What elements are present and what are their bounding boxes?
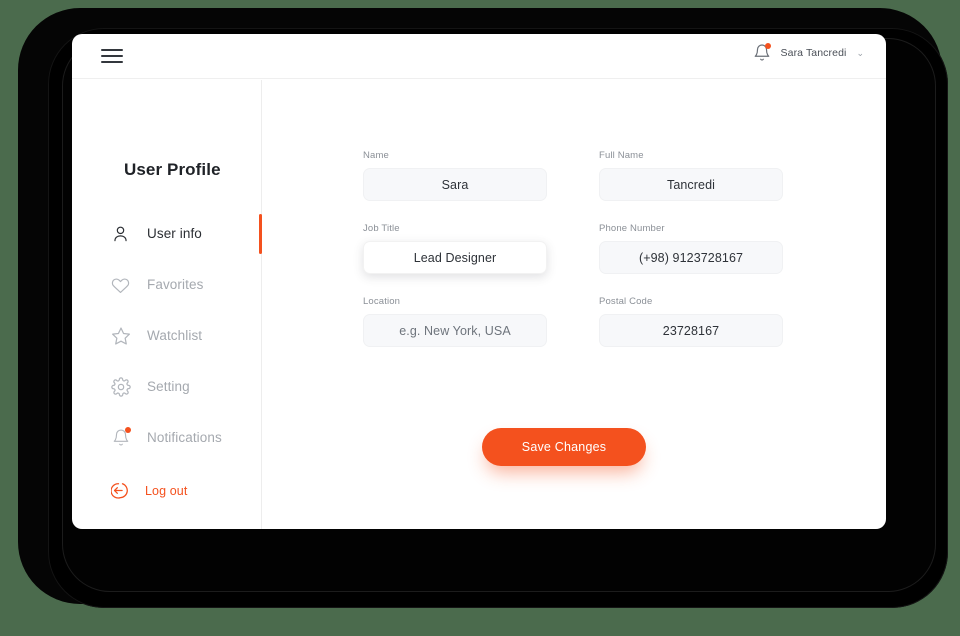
sidebar-item-setting[interactable]: Setting — [72, 361, 261, 412]
hamburger-line — [101, 61, 123, 63]
sidebar-item-user-info[interactable]: User info — [72, 208, 262, 259]
hamburger-icon[interactable] — [101, 45, 127, 67]
field-label: Full Name — [599, 150, 644, 161]
header-user-name[interactable]: Sara Tancredi — [781, 47, 847, 59]
sidebar: User Profile User info Favorites Watchli… — [72, 80, 262, 529]
star-icon — [110, 325, 131, 346]
gear-icon — [110, 376, 131, 397]
full-name-input[interactable]: Tancredi — [599, 168, 783, 201]
save-changes-button[interactable]: Save Changes — [482, 428, 646, 466]
postal-code-input[interactable]: 23728167 — [599, 314, 783, 347]
app-window: Sara Tancredi ⌄ User Profile User info F… — [72, 34, 886, 529]
field-job-title: Job Title Lead Designer — [363, 223, 547, 274]
sidebar-item-favorites[interactable]: Favorites — [72, 259, 261, 310]
main-panel: Name Sara Full Name Tancredi Job Title L… — [263, 80, 886, 529]
field-label: Location — [363, 296, 401, 307]
app-header: Sara Tancredi ⌄ — [72, 34, 886, 79]
heart-icon — [110, 274, 131, 295]
phone-number-input[interactable]: (+98) 9123728167 — [599, 241, 783, 274]
field-value: Sara — [441, 177, 469, 192]
field-postal-code: Postal Code 23728167 — [599, 296, 783, 347]
sidebar-nav: User info Favorites Watchlist Setting No… — [72, 208, 262, 463]
sidebar-item-label: Notifications — [147, 430, 222, 445]
field-value: 23728167 — [662, 323, 720, 338]
sidebar-item-label: Watchlist — [147, 328, 203, 343]
header-actions: Sara Tancredi ⌄ — [753, 43, 864, 63]
field-phone-number: Phone Number (+98) 9123728167 — [599, 223, 783, 274]
field-value: Tancredi — [666, 177, 716, 192]
active-indicator — [259, 213, 262, 254]
field-value: Lead Designer — [413, 250, 497, 265]
field-label: Phone Number — [599, 223, 665, 234]
field-value: (+98) 9123728167 — [638, 250, 744, 265]
field-name: Name Sara — [363, 150, 547, 201]
location-input[interactable]: e.g. New York, USA — [363, 314, 547, 347]
sidebar-item-watchlist[interactable]: Watchlist — [72, 310, 261, 361]
field-label: Postal Code — [599, 296, 653, 307]
field-label: Job Title — [363, 223, 400, 234]
hamburger-line — [101, 55, 123, 57]
notification-bell-icon[interactable] — [753, 43, 771, 63]
user-info-form: Name Sara Full Name Tancredi Job Title L… — [363, 150, 783, 347]
page-title: User Profile — [124, 160, 221, 179]
field-label: Name — [363, 150, 389, 161]
field-full-name: Full Name Tancredi — [599, 150, 783, 201]
sidebar-item-label: User info — [147, 226, 202, 241]
bell-icon — [110, 427, 131, 448]
hamburger-line — [101, 49, 123, 51]
chevron-down-icon[interactable]: ⌄ — [856, 48, 864, 58]
notification-dot — [125, 427, 131, 433]
job-title-input[interactable]: Lead Designer — [363, 241, 547, 274]
field-location: Location e.g. New York, USA — [363, 296, 547, 347]
sidebar-item-label: Favorites — [147, 277, 204, 292]
logout-button[interactable]: Log out — [72, 480, 187, 501]
notification-dot — [764, 43, 771, 49]
logout-label: Log out — [145, 483, 188, 498]
name-input[interactable]: Sara — [363, 168, 547, 201]
sidebar-item-label: Setting — [147, 379, 190, 394]
logout-icon — [110, 480, 131, 501]
sidebar-item-notifications[interactable]: Notifications — [72, 412, 261, 463]
field-placeholder: e.g. New York, USA — [399, 323, 511, 338]
user-icon — [110, 223, 131, 244]
